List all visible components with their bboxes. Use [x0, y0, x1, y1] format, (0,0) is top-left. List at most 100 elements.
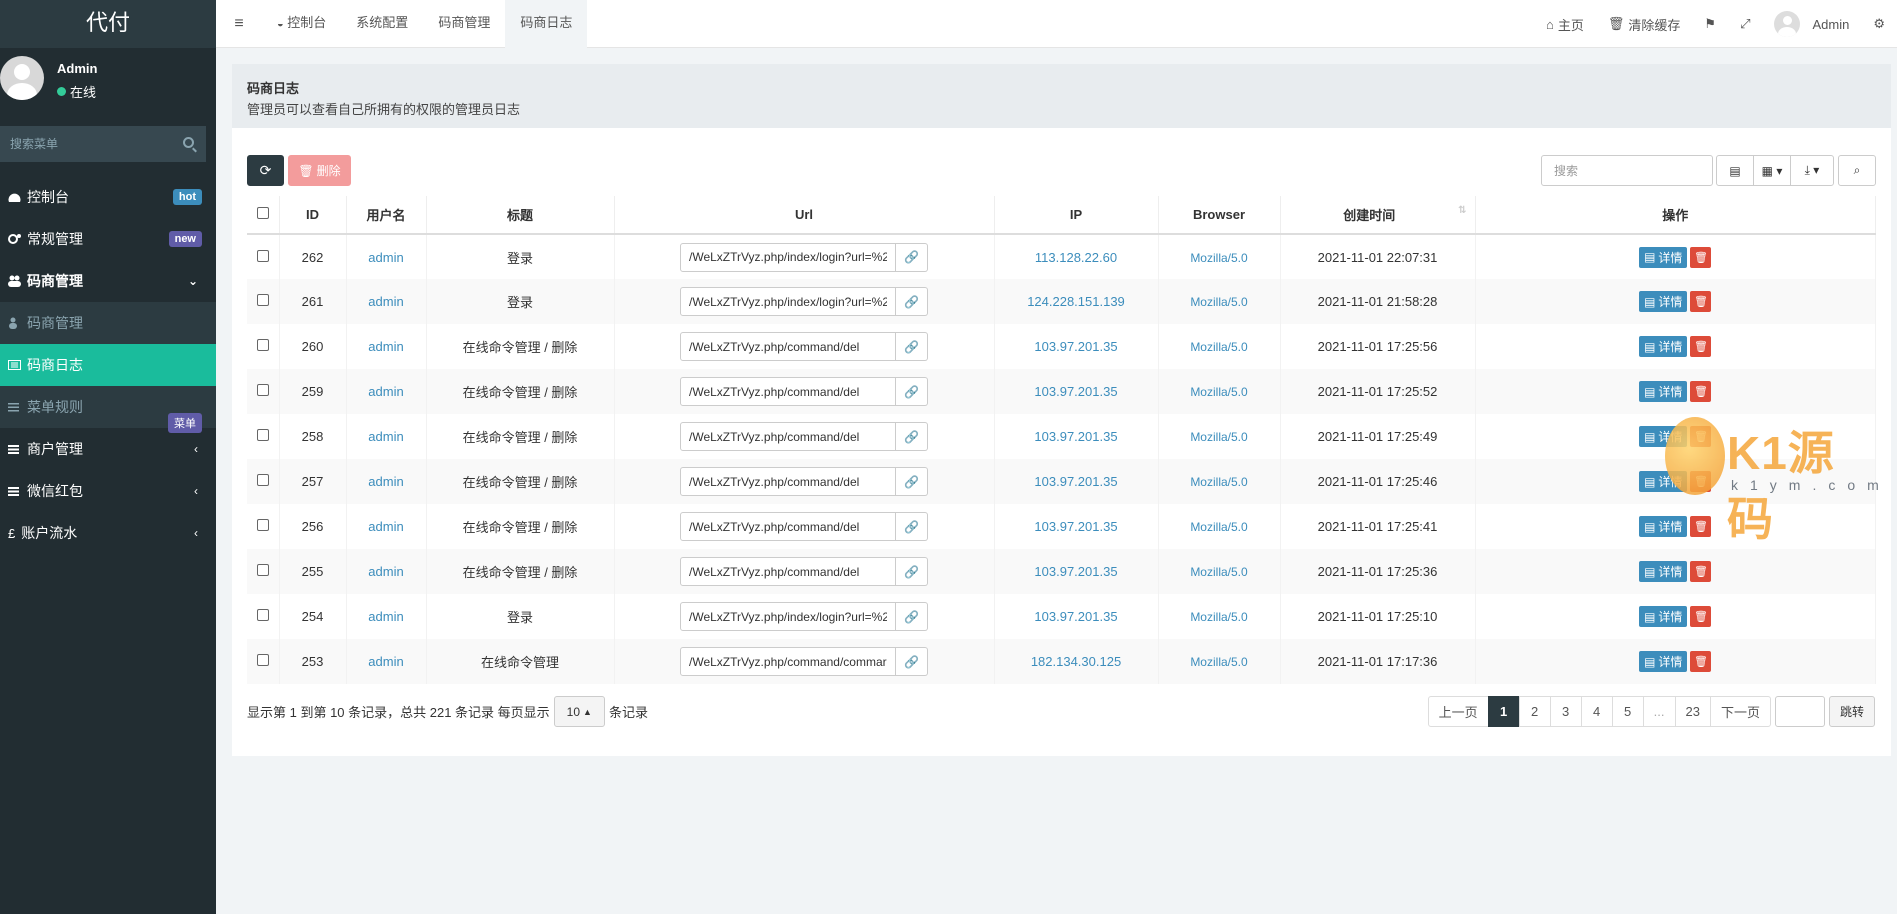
page-button[interactable]: 4 — [1580, 696, 1613, 727]
clear-cache-button[interactable]: 🗑 清除缓存 — [1596, 15, 1693, 34]
url-field[interactable] — [680, 422, 896, 451]
row-username-link[interactable]: admin — [368, 474, 403, 489]
detail-button[interactable]: ▤详情 — [1639, 291, 1688, 312]
page-button[interactable]: 5 — [1611, 696, 1644, 727]
col-ip[interactable]: IP — [994, 196, 1159, 235]
delete-row-button[interactable]: 🗑 — [1690, 336, 1712, 357]
delete-row-button[interactable]: 🗑 — [1690, 606, 1712, 627]
row-browser-link[interactable]: Mozilla/5.0 — [1190, 295, 1247, 309]
delete-row-button[interactable]: 🗑 — [1690, 291, 1712, 312]
export-button[interactable]: ⤓ ▾ — [1790, 155, 1834, 186]
row-username-link[interactable]: admin — [368, 654, 403, 669]
sidebar-item-wechat-redpacket[interactable]: 微信红包 ‹ — [0, 470, 216, 512]
gear-icon[interactable]: ⚙ — [1861, 16, 1897, 32]
columns-button[interactable]: ▦ ▾ — [1753, 155, 1791, 186]
detail-button[interactable]: ▤详情 — [1639, 651, 1688, 672]
row-username-link[interactable]: admin — [368, 519, 403, 534]
row-username-link[interactable]: admin — [368, 384, 403, 399]
next-page-button[interactable]: 下一页 — [1709, 696, 1771, 727]
url-field[interactable] — [680, 512, 896, 541]
link-icon[interactable]: 🔗 — [896, 467, 928, 496]
col-username[interactable]: 用户名 — [346, 196, 427, 235]
row-username-link[interactable]: admin — [368, 339, 403, 354]
sidebar-subitem-merchant-log[interactable]: 码商日志 — [0, 344, 216, 386]
row-ip-link[interactable]: 103.97.201.35 — [1034, 564, 1117, 579]
sidebar-item-merchant-code[interactable]: 码商管理 ⌄ — [0, 260, 216, 302]
tab-merchant-log[interactable]: 码商日志 — [505, 0, 588, 48]
row-browser-link[interactable]: Mozilla/5.0 — [1190, 385, 1247, 399]
select-all-checkbox[interactable] — [256, 207, 269, 219]
url-field[interactable] — [680, 242, 896, 272]
sidebar-item-general[interactable]: 常规管理 new — [0, 218, 216, 260]
row-browser-link[interactable]: Mozilla/5.0 — [1190, 251, 1247, 265]
prev-page-button[interactable]: 上一页 — [1427, 696, 1489, 727]
detail-button[interactable]: ▤详情 — [1639, 561, 1688, 582]
row-ip-link[interactable]: 103.97.201.35 — [1034, 384, 1117, 399]
url-field[interactable] — [680, 647, 896, 676]
sidebar-subitem-merchant-code[interactable]: 码商管理 — [0, 302, 216, 344]
row-ip-link[interactable]: 182.134.30.125 — [1031, 654, 1121, 669]
url-field[interactable] — [680, 287, 896, 316]
detail-button[interactable]: ▤详情 — [1639, 336, 1688, 357]
row-ip-link[interactable]: 113.128.22.60 — [1035, 250, 1117, 265]
url-field[interactable] — [680, 467, 896, 496]
col-url[interactable]: Url — [614, 196, 995, 235]
menu-toggle-icon[interactable]: ≡ — [216, 0, 262, 48]
home-link[interactable]: ⌂ 主页 — [1534, 15, 1596, 34]
row-ip-link[interactable]: 124.228.151.139 — [1027, 294, 1125, 309]
row-checkbox[interactable] — [256, 294, 269, 306]
refresh-button[interactable]: ⟳ — [247, 155, 284, 186]
row-username-link[interactable]: admin — [368, 564, 403, 579]
row-ip-link[interactable]: 103.97.201.35 — [1034, 474, 1117, 489]
col-created-time[interactable]: 创建时间 ⇅ — [1280, 196, 1476, 235]
toggle-view-button[interactable]: ▤ — [1716, 155, 1754, 186]
delete-row-button[interactable]: 🗑 — [1690, 561, 1712, 582]
search-icon[interactable] — [183, 137, 194, 148]
row-ip-link[interactable]: 103.97.201.35 — [1034, 519, 1117, 534]
sidebar-item-dashboard[interactable]: 控制台 hot — [0, 176, 216, 218]
delete-row-button[interactable]: 🗑 — [1690, 246, 1712, 268]
tab-merchant-code[interactable]: 码商管理 — [423, 0, 505, 48]
row-checkbox[interactable] — [256, 609, 269, 621]
detail-button[interactable]: ▤详情 — [1639, 606, 1688, 627]
page-button[interactable]: 2 — [1518, 696, 1551, 727]
jump-button[interactable]: 跳转 — [1828, 696, 1875, 727]
detail-button[interactable]: ▤详情 — [1639, 381, 1688, 402]
row-browser-link[interactable]: Mozilla/5.0 — [1190, 520, 1247, 534]
delete-row-button[interactable]: 🗑 — [1690, 651, 1712, 672]
url-field[interactable] — [680, 332, 896, 361]
row-browser-link[interactable]: Mozilla/5.0 — [1190, 430, 1247, 444]
delete-button[interactable]: 🗑 删除 — [288, 155, 351, 186]
link-icon[interactable]: 🔗 — [896, 242, 928, 272]
sidebar-subitem-menu-rules[interactable]: 菜单规则 菜单 — [0, 386, 216, 433]
row-checkbox[interactable] — [256, 519, 269, 531]
row-checkbox[interactable] — [256, 429, 269, 441]
row-checkbox[interactable] — [256, 474, 269, 486]
page-button[interactable]: 3 — [1549, 696, 1582, 727]
link-icon[interactable]: 🔗 — [896, 647, 928, 676]
row-username-link[interactable]: admin — [368, 429, 403, 444]
col-id[interactable]: ID — [279, 196, 347, 235]
row-username-link[interactable]: admin — [368, 609, 403, 624]
row-browser-link[interactable]: Mozilla/5.0 — [1190, 610, 1247, 624]
row-checkbox[interactable] — [256, 249, 269, 262]
url-field[interactable] — [680, 557, 896, 586]
url-field[interactable] — [680, 377, 896, 406]
link-icon[interactable]: 🔗 — [896, 377, 928, 406]
jump-page-input[interactable] — [1774, 696, 1825, 727]
sidebar-item-account-flow[interactable]: £ 账户流水 ‹ — [0, 512, 216, 554]
page-button[interactable]: 23 — [1674, 696, 1711, 727]
detail-button[interactable]: ▤详情 — [1639, 246, 1688, 268]
col-title[interactable]: 标题 — [426, 196, 615, 235]
row-browser-link[interactable]: Mozilla/5.0 — [1190, 655, 1247, 669]
delete-row-button[interactable]: 🗑 — [1690, 381, 1712, 402]
row-checkbox[interactable] — [256, 339, 269, 351]
row-ip-link[interactable]: 103.97.201.35 — [1034, 339, 1117, 354]
table-search-input[interactable] — [1541, 155, 1713, 186]
sidebar-item-merchant-manage[interactable]: 商户管理 ‹ — [0, 428, 216, 470]
language-icon[interactable]: ⚑ — [1692, 16, 1728, 32]
row-checkbox[interactable] — [256, 384, 269, 396]
col-browser[interactable]: Browser — [1158, 196, 1281, 235]
app-logo[interactable]: 代付 — [0, 0, 216, 48]
sidebar-search-input[interactable] — [0, 126, 206, 162]
